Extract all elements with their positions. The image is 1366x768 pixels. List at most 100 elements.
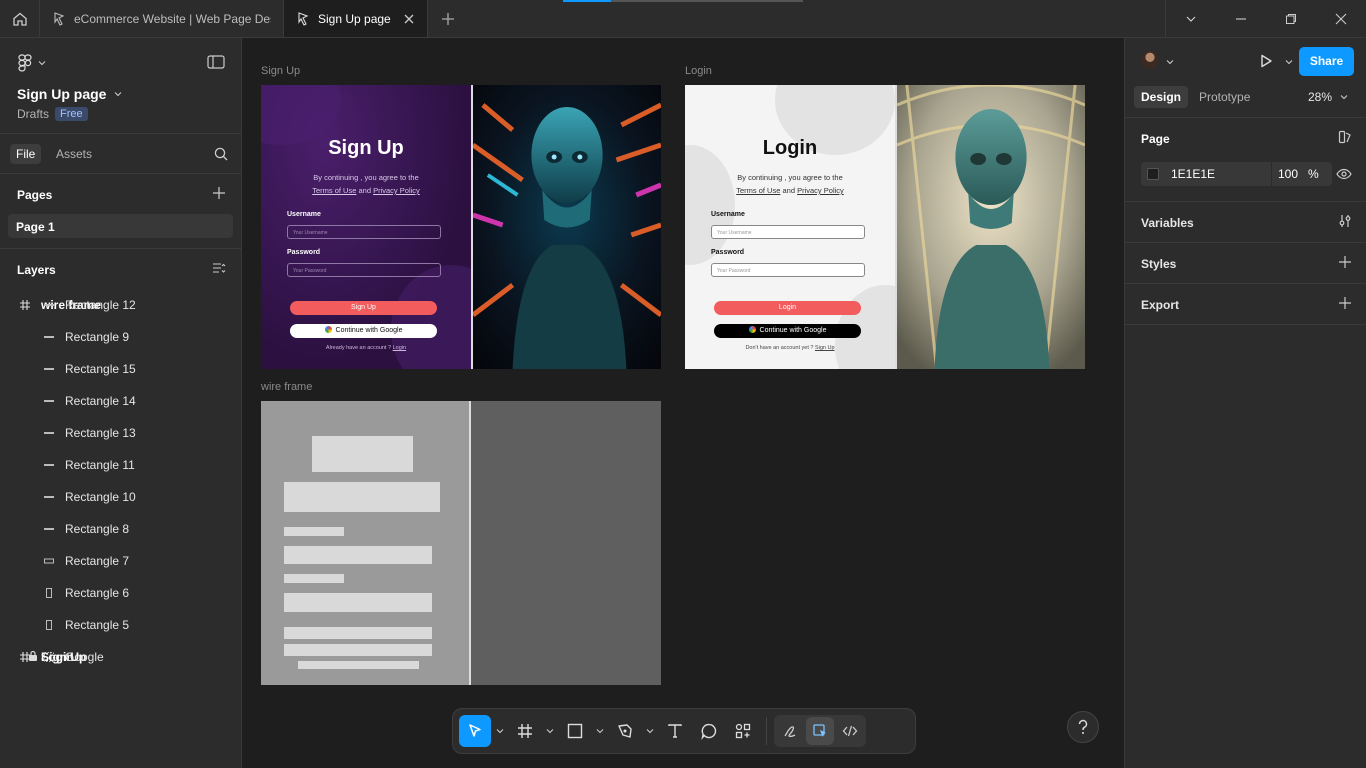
username-input[interactable]: Your Username bbox=[711, 225, 865, 239]
home-icon bbox=[12, 12, 27, 26]
group-icon bbox=[40, 651, 58, 663]
wireframe-rect[interactable] bbox=[284, 482, 440, 512]
tab-file[interactable]: File bbox=[10, 144, 42, 164]
page-color-field[interactable]: 1E1E1E 100 % bbox=[1141, 162, 1332, 186]
close-icon[interactable] bbox=[403, 13, 415, 25]
shape-tool-menu[interactable] bbox=[593, 727, 607, 735]
sign-up-frame[interactable]: Sign Up By continuing , you agree to the… bbox=[261, 85, 661, 369]
layer-rectangle-12[interactable]: Rectangle 12 bbox=[0, 289, 241, 321]
login-frame[interactable]: Login By continuing , you agree to the T… bbox=[685, 85, 1085, 369]
help-button[interactable] bbox=[1067, 711, 1099, 743]
mode-switcher bbox=[774, 715, 866, 747]
login-link[interactable]: Login bbox=[393, 345, 406, 351]
text-tool[interactable] bbox=[659, 715, 691, 747]
tab-ecommerce[interactable]: eCommerce Website | Web Page Des bbox=[40, 0, 284, 37]
google-button[interactable]: Continue with Google bbox=[290, 324, 437, 338]
wireframe-rect[interactable] bbox=[298, 661, 419, 669]
collapse-layers-button[interactable] bbox=[212, 261, 226, 278]
page-opacity-field[interactable]: 100 % bbox=[1271, 162, 1319, 186]
share-button[interactable]: Share bbox=[1299, 47, 1354, 76]
frame-tool-menu[interactable] bbox=[543, 727, 557, 735]
password-input[interactable]: Your Password bbox=[287, 263, 441, 277]
google-button[interactable]: Continue with Google bbox=[714, 324, 861, 338]
visibility-toggle[interactable] bbox=[1336, 167, 1352, 184]
move-tool-menu[interactable] bbox=[493, 727, 507, 735]
layer-rectangle-7[interactable]: Rectangle 7 bbox=[0, 545, 241, 577]
draw-mode-button[interactable] bbox=[776, 717, 804, 745]
new-tab-button[interactable] bbox=[428, 0, 468, 37]
draw-icon bbox=[784, 726, 796, 738]
wireframe-rect[interactable] bbox=[284, 546, 432, 564]
wireframe-rect[interactable] bbox=[284, 527, 344, 536]
frame-label-sign-up[interactable]: Sign Up bbox=[261, 65, 300, 77]
layer-rectangle-11[interactable]: Rectangle 11 bbox=[0, 449, 241, 481]
wireframe-rect[interactable] bbox=[284, 627, 432, 639]
pen-tool[interactable] bbox=[609, 715, 641, 747]
toggle-sidebar-button[interactable] bbox=[207, 55, 225, 72]
chevron-down-icon[interactable] bbox=[1166, 58, 1174, 66]
terms-text: By continuing , you agree to the Terms o… bbox=[685, 171, 895, 197]
layer-rectangle-10[interactable]: Rectangle 10 bbox=[0, 481, 241, 513]
username-input[interactable]: Your Username bbox=[287, 225, 441, 239]
home-button[interactable] bbox=[0, 0, 40, 37]
layer-rectangle-9[interactable]: Rectangle 9 bbox=[0, 321, 241, 353]
layer-rectangle-6[interactable]: Rectangle 6 bbox=[0, 577, 241, 609]
page-color-hex[interactable]: 1E1E1E bbox=[1171, 167, 1271, 181]
privacy-link[interactable]: Privacy Policy bbox=[373, 186, 420, 195]
privacy-link[interactable]: Privacy Policy bbox=[797, 186, 844, 195]
minimize-button[interactable] bbox=[1216, 0, 1266, 38]
tab-prototype[interactable]: Prototype bbox=[1192, 86, 1257, 108]
close-window-button[interactable] bbox=[1316, 0, 1366, 38]
restore-button[interactable] bbox=[1266, 0, 1316, 38]
dev-mode-button[interactable] bbox=[836, 717, 864, 745]
sign-up-link[interactable]: Sign Up bbox=[815, 345, 835, 351]
color-swatch[interactable] bbox=[1147, 168, 1159, 180]
frame-label-wire-frame[interactable]: wire frame bbox=[261, 381, 312, 393]
pen-tool-menu[interactable] bbox=[643, 727, 657, 735]
layer-rectangle-15[interactable]: Rectangle 15 bbox=[0, 353, 241, 385]
terms-link[interactable]: Terms of Use bbox=[736, 186, 780, 195]
tab-assets[interactable]: Assets bbox=[50, 144, 98, 164]
footer-text: Don't have an account yet ? bbox=[745, 345, 814, 351]
rectangle-tool[interactable] bbox=[559, 715, 591, 747]
terms-link[interactable]: Terms of Use bbox=[312, 186, 356, 195]
frame-label-login[interactable]: Login bbox=[685, 65, 712, 77]
search-button[interactable] bbox=[214, 147, 228, 164]
sign-up-button[interactable]: Sign Up bbox=[290, 301, 437, 315]
frame-tool[interactable] bbox=[509, 715, 541, 747]
login-button[interactable]: Login bbox=[714, 301, 861, 315]
actions-tool[interactable] bbox=[727, 715, 759, 747]
wireframe-rect[interactable] bbox=[284, 644, 432, 656]
present-button[interactable] bbox=[1258, 53, 1274, 72]
wireframe-rect[interactable] bbox=[284, 593, 432, 612]
add-export-button[interactable] bbox=[1338, 296, 1352, 313]
design-mode-button[interactable] bbox=[806, 717, 834, 745]
variables-button[interactable] bbox=[1338, 214, 1352, 231]
wireframe-rect[interactable] bbox=[312, 436, 413, 472]
tab-design[interactable]: Design bbox=[1134, 86, 1189, 108]
page-item[interactable]: Page 1 bbox=[8, 214, 233, 238]
right-panel-tabs: Design Prototype 28% bbox=[1125, 84, 1366, 118]
tabs-menu-button[interactable] bbox=[1166, 0, 1216, 38]
comment-tool[interactable] bbox=[693, 715, 725, 747]
zoom-control[interactable]: 28% bbox=[1308, 90, 1348, 104]
main-menu-button[interactable] bbox=[18, 54, 46, 72]
avatar[interactable] bbox=[1141, 51, 1159, 69]
file-name[interactable]: Sign Up page bbox=[17, 86, 122, 102]
canvas[interactable]: Sign Up Login wire frame Sign Up By cont… bbox=[242, 38, 1124, 768]
sliders-icon bbox=[1339, 215, 1351, 227]
layer-rectangle-14[interactable]: Rectangle 14 bbox=[0, 385, 241, 417]
add-page-button[interactable] bbox=[212, 186, 226, 203]
wireframe-rect[interactable] bbox=[284, 574, 344, 583]
layer-google[interactable]: Google bbox=[0, 641, 241, 673]
layer-rectangle-5[interactable]: Rectangle 5 bbox=[0, 609, 241, 641]
page-styles-button[interactable] bbox=[1338, 130, 1352, 147]
chevron-down-icon[interactable] bbox=[1285, 58, 1293, 66]
layer-rectangle-13[interactable]: Rectangle 13 bbox=[0, 417, 241, 449]
add-style-button[interactable] bbox=[1338, 255, 1352, 272]
move-tool[interactable] bbox=[459, 715, 491, 747]
tab-sign-up-page[interactable]: Sign Up page bbox=[284, 0, 428, 37]
password-input[interactable]: Your Password bbox=[711, 263, 865, 277]
wire-frame[interactable] bbox=[261, 401, 661, 685]
layer-rectangle-8[interactable]: Rectangle 8 bbox=[0, 513, 241, 545]
